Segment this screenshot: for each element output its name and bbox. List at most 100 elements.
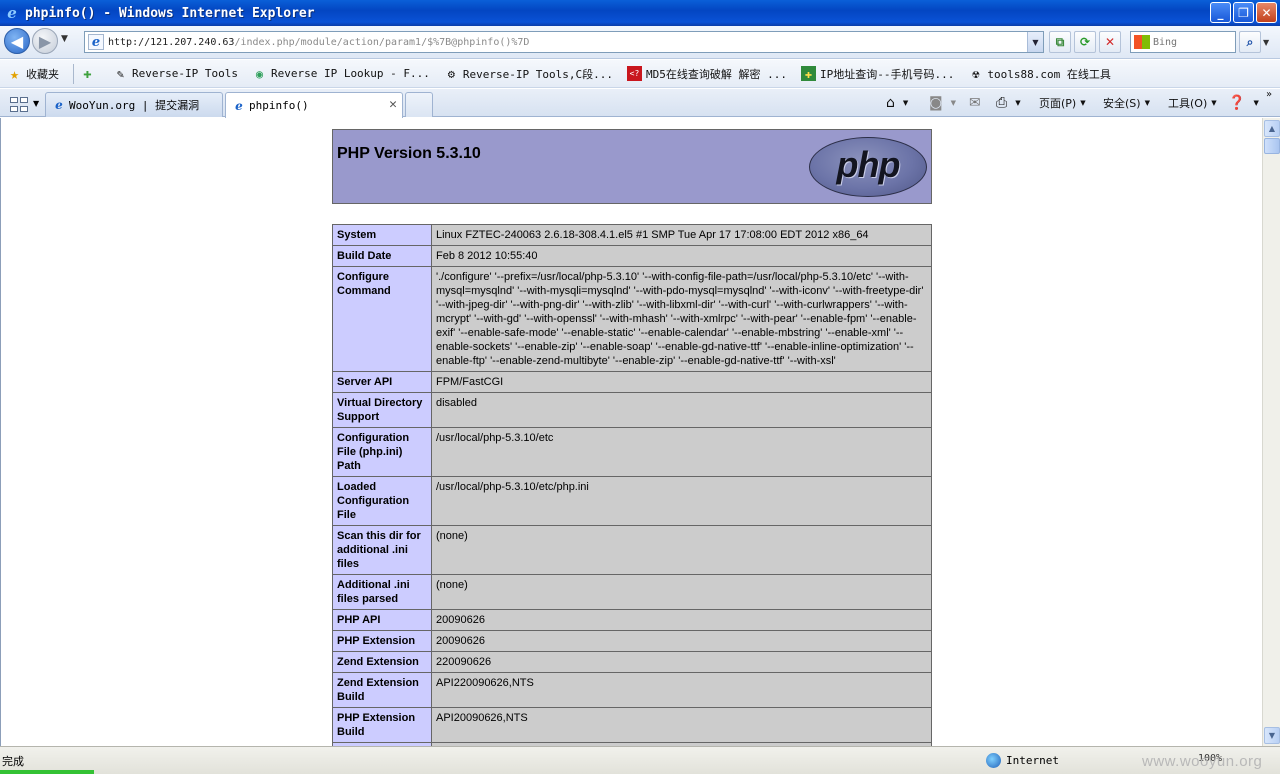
safety-menu[interactable]: 安全(S) ▼	[1103, 95, 1150, 111]
favorite-link-label: Reverse-IP Tools	[132, 67, 238, 80]
address-row: ◀ ▶ ▼ e http://121.207.240.63/index.php/…	[0, 26, 1280, 59]
row-key: Scan this dir for additional .ini files	[332, 525, 432, 575]
minimize-button[interactable]: _	[1210, 2, 1231, 23]
favorite-link-label: MD5在线查询破解 解密 ...	[646, 67, 787, 81]
address-bar[interactable]: e http://121.207.240.63/index.php/module…	[84, 31, 1044, 53]
page-viewport: PHP Version 5.3.10 php System Linux FZTEC…	[0, 118, 1262, 746]
search-box[interactable]	[1130, 31, 1236, 53]
recent-pages-dropdown-icon[interactable]: ▼	[61, 34, 68, 44]
php-info-table: System Linux FZTEC-240063 2.6.18-308.4.1.…	[332, 224, 932, 746]
favorite-link-label: Reverse IP Lookup - F...	[270, 67, 430, 80]
progress-bar	[0, 770, 94, 774]
row-key: Virtual Directory Support	[332, 392, 432, 428]
row-value: /usr/local/php-5.3.10/etc	[431, 427, 932, 477]
favorite-link[interactable]: ☢ tools88.com 在线工具	[968, 66, 1111, 82]
stop-button[interactable]: ✕	[1099, 31, 1121, 53]
star-icon: ★	[9, 64, 20, 83]
php-logo[interactable]: php	[809, 137, 927, 197]
favorite-link[interactable]: ✚ IP地址查询--手机号码...	[800, 66, 954, 82]
security-zone[interactable]: Internet	[986, 753, 1059, 768]
favorites-bar: ★ 收藏夹 ✚ ✎ Reverse-IP Tools ◉ Reverse IP …	[0, 60, 1280, 88]
feeds-dropdown-icon[interactable]: ▼	[951, 99, 956, 107]
vertical-scrollbar[interactable]: ▲ ▼	[1262, 118, 1280, 746]
page-icon: e	[88, 34, 104, 50]
favorite-link[interactable]: ✎ Reverse-IP Tools	[113, 66, 238, 81]
table-row: PHP API 20090626	[332, 609, 932, 631]
row-key: PHP Extension	[332, 630, 432, 652]
separator	[73, 63, 74, 84]
help-button[interactable]: ❓ ▼	[1228, 95, 1259, 111]
print-button[interactable]: ⎙ ▼	[996, 95, 1021, 111]
search-input[interactable]	[1153, 36, 1233, 48]
back-button[interactable]: ◀	[4, 28, 30, 54]
php-version-header: PHP Version 5.3.10 php	[332, 129, 932, 204]
scroll-up-button[interactable]: ▲	[1264, 120, 1280, 137]
rss-icon: ◙	[929, 95, 943, 111]
tab-list-dropdown-icon[interactable]: ▼	[33, 99, 39, 108]
add-to-favorites-bar-button[interactable]: ✚	[80, 65, 99, 82]
favorite-link[interactable]: ⚙ Reverse-IP Tools,C段...	[444, 66, 613, 82]
table-row: PHP Extension 20090626	[332, 630, 932, 652]
tab-phpinfo[interactable]: e phpinfo() ✕	[225, 92, 403, 118]
favorite-link[interactable]: <? MD5在线查询破解 解密 ...	[627, 66, 787, 82]
row-key: PHP API	[332, 609, 432, 631]
read-mail-button[interactable]: ✉	[969, 95, 985, 111]
row-value: (none)	[431, 525, 932, 575]
tab-wooyun[interactable]: e WooYun.org | 提交漏洞	[45, 92, 223, 117]
tools-menu[interactable]: 工具(O) ▼	[1168, 95, 1217, 111]
table-row: Build Date Feb 8 2012 10:55:40	[332, 245, 932, 267]
row-value: disabled	[431, 392, 932, 428]
ip-site-icon: ✚	[800, 66, 816, 81]
maximize-button[interactable]: ❐	[1233, 2, 1254, 23]
help-icon: ❓	[1228, 95, 1246, 111]
compatibility-view-button[interactable]: ⧉	[1049, 31, 1071, 53]
page-icon: e	[55, 98, 63, 112]
close-button[interactable]: ✕	[1256, 2, 1277, 23]
new-tab-button[interactable]	[405, 92, 433, 117]
help-dropdown-icon[interactable]: ▼	[1253, 99, 1258, 107]
quick-tabs-icon[interactable]	[7, 94, 29, 113]
page-menu-label: 页面(P)	[1039, 97, 1077, 110]
url-path: /index.php/module/action/param1/$%7B@php…	[234, 36, 530, 48]
php-version-title: PHP Version 5.3.10	[337, 145, 481, 162]
address-url[interactable]: http://121.207.240.63/index.php/module/a…	[108, 37, 529, 48]
favorites-button[interactable]: ★ 收藏夹	[7, 64, 59, 83]
home-icon: ⌂	[886, 95, 895, 111]
row-value: (none)	[431, 574, 932, 610]
table-row: Configure Command './configure' '--prefix…	[332, 266, 932, 372]
bing-icon	[1134, 35, 1150, 49]
refresh-button[interactable]: ⟳	[1074, 31, 1096, 53]
search-button[interactable]: ⌕	[1239, 31, 1261, 53]
forward-button[interactable]: ▶	[32, 28, 58, 54]
page-dropdown-icon: ▼	[1080, 99, 1086, 107]
row-key: Server API	[332, 371, 432, 393]
row-key: Loaded Configuration File	[332, 476, 432, 526]
search-options-dropdown-icon[interactable]: ▼	[1263, 38, 1269, 47]
favorite-link[interactable]: ◉ Reverse IP Lookup - F...	[252, 66, 430, 81]
row-value: 20090626	[431, 609, 932, 631]
row-value: Feb 8 2012 10:55:40	[431, 245, 932, 267]
address-dropdown-icon[interactable]: ▼	[1027, 32, 1043, 52]
md5-site-icon: <?	[627, 66, 642, 81]
internet-zone-icon	[986, 753, 1001, 768]
table-row: Additional .ini files parsed (none)	[332, 574, 932, 610]
home-dropdown-icon[interactable]: ▼	[903, 99, 908, 107]
scroll-thumb[interactable]	[1264, 138, 1280, 154]
gear-icon: ⚙	[447, 66, 456, 81]
add-favorite-icon: ✚	[83, 65, 92, 82]
tab-label: WooYun.org | 提交漏洞	[69, 99, 200, 112]
home-button[interactable]: ⌂ ▼	[886, 95, 908, 111]
window-title: phpinfo() - Windows Internet Explorer	[25, 5, 315, 21]
table-row: Zend Extension 220090626	[332, 651, 932, 673]
row-value: /usr/local/php-5.3.10/etc/php.ini	[431, 476, 932, 526]
phpinfo-content: PHP Version 5.3.10 php System Linux FZTEC…	[332, 129, 932, 746]
toolbar-overflow-icon[interactable]: »	[1266, 89, 1272, 100]
print-dropdown-icon[interactable]: ▼	[1015, 99, 1020, 107]
url-host: http://121.207.240.63	[108, 36, 235, 48]
scroll-down-button[interactable]: ▼	[1264, 727, 1280, 744]
safety-dropdown-icon: ▼	[1144, 99, 1150, 107]
safety-menu-label: 安全(S)	[1103, 97, 1141, 110]
feeds-button[interactable]: ◙ ▼	[929, 95, 956, 111]
close-tab-icon[interactable]: ✕	[389, 97, 397, 112]
page-menu[interactable]: 页面(P) ▼	[1039, 95, 1086, 111]
